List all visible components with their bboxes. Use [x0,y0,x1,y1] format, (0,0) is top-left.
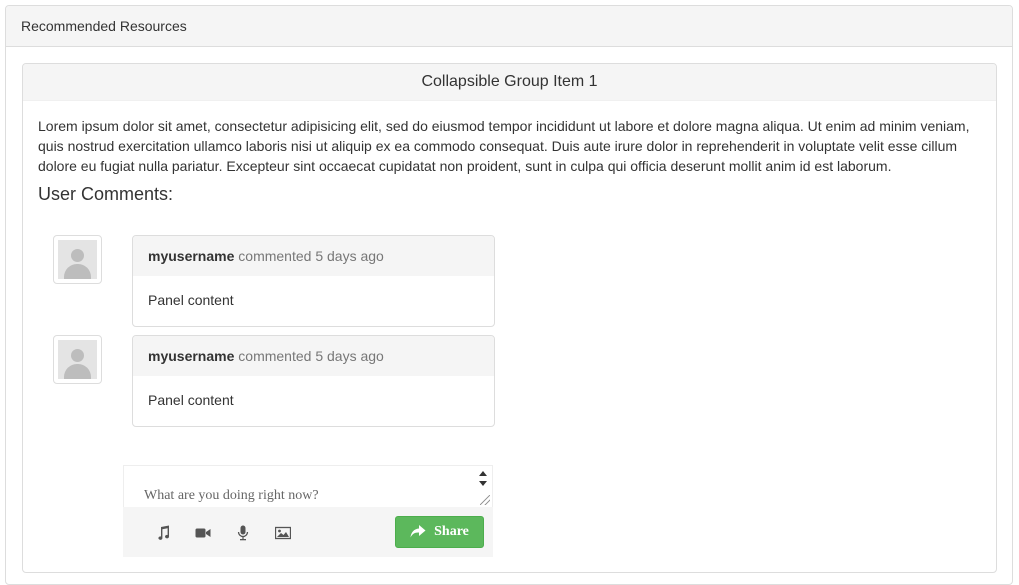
lorem-text: Lorem ipsum dolor sit amet, consectetur … [38,118,970,174]
comment-username[interactable]: myusername [148,248,234,264]
share-icon [410,525,426,538]
comment-heading: myusername commented 5 days ago [133,236,494,276]
user-placeholder-icon [58,340,97,379]
music-icon[interactable] [155,525,171,541]
comment-panel: myusername commented 5 days ago Panel co… [132,235,495,327]
comments-title: User Comments: [38,184,174,204]
collapsible-group-panel: Collapsible Group Item 1 Lorem ipsum dol… [22,63,997,573]
avatar [53,335,102,384]
composer-toolbar: Share [123,507,493,557]
status-placeholder: What are you doing right now? [144,488,319,503]
collapsible-group-toggle[interactable]: Collapsible Group Item 1 [23,64,996,101]
scroll-down-icon[interactable] [479,481,487,486]
comment-heading: myusername commented 5 days ago [133,336,494,376]
status-composer: What are you doing right now? Share [123,465,493,557]
recommended-resources-panel: Recommended Resources Collapsible Group … [5,5,1013,585]
share-label: Share [434,524,469,539]
panel-title: Recommended Resources [6,6,1012,47]
comment-username[interactable]: myusername [148,348,234,364]
scroll-up-icon[interactable] [479,471,487,476]
resize-grip-icon[interactable] [480,495,490,505]
comment-meta: commented 5 days ago [238,248,384,264]
user-placeholder-icon [58,240,97,279]
comment-meta: commented 5 days ago [238,348,384,364]
comment-body: Panel content [148,292,234,308]
share-button[interactable]: Share [395,516,484,548]
image-icon[interactable] [275,525,291,541]
comment-body: Panel content [148,392,234,408]
status-textarea[interactable]: What are you doing right now? [123,465,493,507]
collapsible-group-body: Lorem ipsum dolor sit amet, consectetur … [23,101,996,220]
avatar [53,235,102,284]
comment-panel: myusername commented 5 days ago Panel co… [132,335,495,427]
video-camera-icon[interactable] [195,525,211,541]
microphone-icon[interactable] [235,525,251,541]
